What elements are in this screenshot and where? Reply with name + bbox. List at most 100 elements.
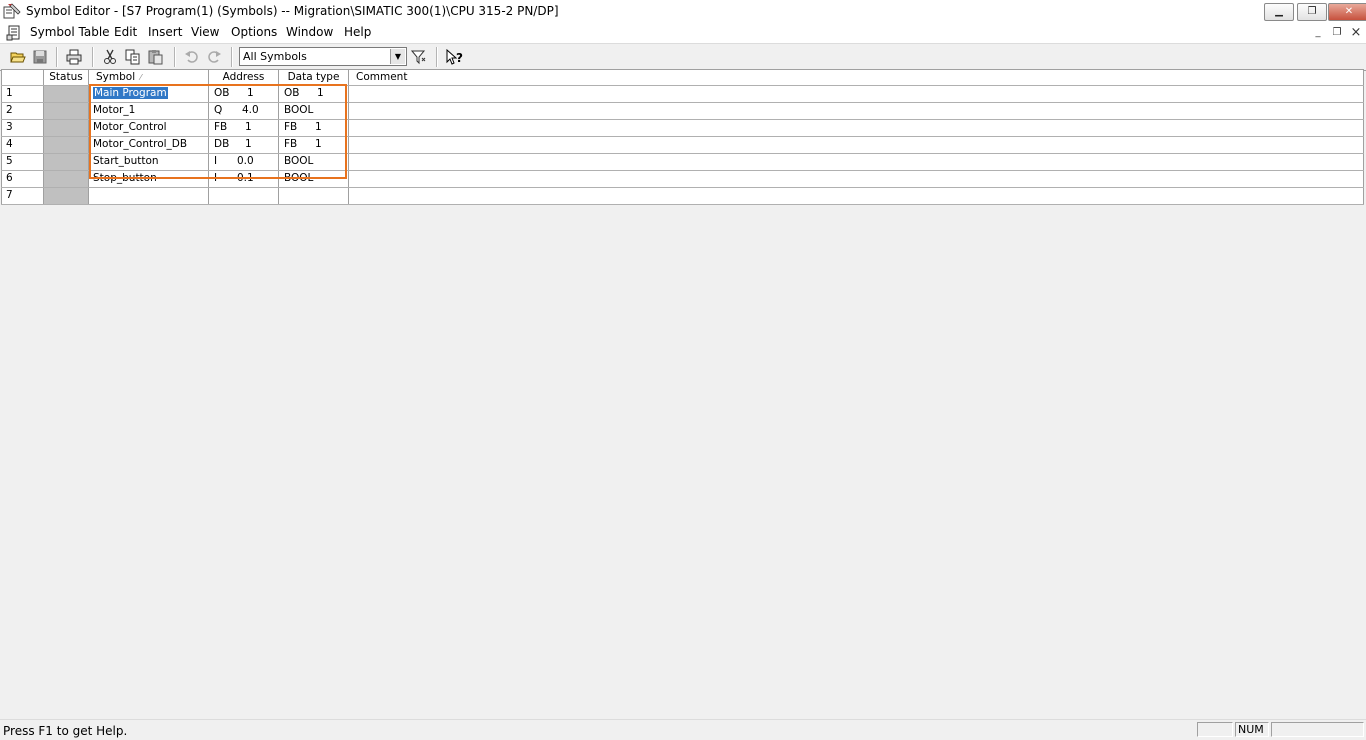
copy-icon[interactable] bbox=[123, 47, 143, 67]
comment-cell[interactable] bbox=[349, 154, 1364, 170]
status-cell[interactable] bbox=[44, 154, 89, 170]
row-number[interactable]: 3 bbox=[1, 120, 44, 136]
comment-cell[interactable] bbox=[349, 86, 1364, 102]
address-cell[interactable]: FB 1 bbox=[209, 120, 279, 136]
comment-cell[interactable] bbox=[349, 171, 1364, 187]
symbol-cell[interactable]: Start_button bbox=[89, 154, 209, 170]
save-icon[interactable] bbox=[30, 47, 50, 67]
data-type-value: BOOL bbox=[284, 155, 314, 167]
data-type-cell[interactable]: FB 1 bbox=[279, 137, 349, 153]
address-cell[interactable]: I 0.1 bbox=[209, 171, 279, 187]
document-icon[interactable] bbox=[6, 25, 22, 41]
table-row[interactable]: 3 Motor_Control FB 1 FB 1 bbox=[1, 120, 1364, 137]
child-minimize-button[interactable]: _ bbox=[1311, 26, 1325, 40]
redo-icon[interactable] bbox=[204, 47, 224, 67]
cut-icon[interactable] bbox=[100, 47, 120, 67]
comment-cell[interactable] bbox=[349, 188, 1364, 204]
status-cell[interactable] bbox=[44, 137, 89, 153]
column-header-status[interactable]: Status bbox=[44, 70, 89, 85]
row-number-header[interactable] bbox=[1, 70, 44, 85]
address-cell[interactable]: Q 4.0 bbox=[209, 103, 279, 119]
data-type-value: OB bbox=[284, 87, 300, 99]
paste-icon[interactable] bbox=[146, 47, 166, 67]
table-header: Status Symbol ⁄ Address Data type Comment bbox=[1, 69, 1364, 86]
menu-symbol-table[interactable]: Symbol Table bbox=[28, 25, 112, 39]
close-button[interactable]: ✕ bbox=[1328, 3, 1366, 21]
symbol-cell[interactable]: Main Program bbox=[89, 86, 209, 102]
comment-cell[interactable] bbox=[349, 103, 1364, 119]
status-cell[interactable] bbox=[44, 171, 89, 187]
comment-cell[interactable] bbox=[349, 120, 1364, 136]
symbol-editor-app-icon[interactable] bbox=[3, 3, 21, 19]
symbol-filter-dropdown[interactable]: All Symbols ▼ bbox=[239, 47, 407, 66]
table-row-empty[interactable]: 7 bbox=[1, 188, 1364, 205]
comment-cell[interactable] bbox=[349, 137, 1364, 153]
menu-options[interactable]: Options bbox=[229, 25, 279, 39]
data-type-cell[interactable]: BOOL bbox=[279, 171, 349, 187]
symbol-cell[interactable]: Motor_1 bbox=[89, 103, 209, 119]
symbol-cell[interactable]: Motor_Control bbox=[89, 120, 209, 136]
table-row[interactable]: 5 Start_button I 0.0 BOOL bbox=[1, 154, 1364, 171]
address-cell[interactable]: DB 1 bbox=[209, 137, 279, 153]
symbol-cell[interactable]: Motor_Control_DB bbox=[89, 137, 209, 153]
address-cell[interactable]: I 0.0 bbox=[209, 154, 279, 170]
toolbar: All Symbols ▼ ? bbox=[0, 43, 1366, 71]
row-number[interactable]: 5 bbox=[1, 154, 44, 170]
address-type: Q bbox=[214, 104, 223, 116]
address-number: 0.1 bbox=[237, 172, 254, 184]
address-type: DB bbox=[214, 138, 230, 150]
child-close-button[interactable]: × bbox=[1349, 26, 1363, 40]
row-number[interactable]: 2 bbox=[1, 103, 44, 119]
sort-indicator-icon: ⁄ bbox=[140, 73, 142, 82]
status-bar: Press F1 to get Help. NUM bbox=[0, 719, 1366, 740]
symbol-cell[interactable] bbox=[89, 188, 209, 204]
child-restore-button[interactable]: ❐ bbox=[1330, 26, 1344, 40]
open-icon[interactable] bbox=[8, 47, 28, 67]
column-header-symbol[interactable]: Symbol ⁄ bbox=[89, 70, 209, 85]
status-cell[interactable] bbox=[44, 86, 89, 102]
table-row[interactable]: 6 Stop_button I 0.1 BOOL bbox=[1, 171, 1364, 188]
table-row[interactable]: 4 Motor_Control_DB DB 1 FB 1 bbox=[1, 137, 1364, 154]
restore-button[interactable]: ❐ bbox=[1297, 3, 1327, 21]
column-header-data-type[interactable]: Data type bbox=[279, 70, 349, 85]
data-type-cell[interactable] bbox=[279, 188, 349, 204]
address-cell[interactable]: OB 1 bbox=[209, 86, 279, 102]
symbol-cell[interactable]: Stop_button bbox=[89, 171, 209, 187]
filter-icon[interactable] bbox=[409, 47, 429, 67]
print-icon[interactable] bbox=[64, 47, 84, 67]
data-type-cell[interactable]: OB 1 bbox=[279, 86, 349, 102]
menu-view[interactable]: View bbox=[189, 25, 221, 39]
svg-text:?: ? bbox=[456, 51, 463, 65]
address-number: 0.0 bbox=[237, 155, 254, 167]
minimize-button[interactable]: ▁ bbox=[1264, 3, 1294, 21]
menu-edit[interactable]: Edit bbox=[112, 25, 139, 39]
row-number[interactable]: 1 bbox=[1, 86, 44, 102]
chevron-down-icon[interactable]: ▼ bbox=[390, 49, 405, 64]
data-type-cell[interactable]: BOOL bbox=[279, 154, 349, 170]
status-panel-caps bbox=[1197, 722, 1233, 737]
menu-insert[interactable]: Insert bbox=[146, 25, 184, 39]
row-number[interactable]: 4 bbox=[1, 137, 44, 153]
table-row[interactable]: 2 Motor_1 Q 4.0 BOOL bbox=[1, 103, 1364, 120]
menu-help[interactable]: Help bbox=[342, 25, 373, 39]
status-cell[interactable] bbox=[44, 103, 89, 119]
menu-window[interactable]: Window bbox=[284, 25, 335, 39]
symbol-value-selected[interactable]: Main Program bbox=[93, 87, 168, 99]
row-number[interactable]: 6 bbox=[1, 171, 44, 187]
undo-icon[interactable] bbox=[182, 47, 202, 67]
data-type-value: BOOL bbox=[284, 104, 314, 116]
address-type: I bbox=[214, 172, 218, 184]
column-header-address[interactable]: Address bbox=[209, 70, 279, 85]
data-type-cell[interactable]: BOOL bbox=[279, 103, 349, 119]
title-bar: Symbol Editor - [S7 Program(1) (Symbols)… bbox=[0, 0, 1366, 24]
status-cell[interactable] bbox=[44, 188, 89, 204]
status-cell[interactable] bbox=[44, 120, 89, 136]
column-header-comment[interactable]: Comment bbox=[349, 70, 1364, 85]
address-number: 1 bbox=[245, 138, 252, 150]
table-row[interactable]: 1 Main Program OB 1 OB 1 bbox=[1, 86, 1364, 103]
context-help-icon[interactable]: ? bbox=[444, 47, 464, 67]
address-cell[interactable] bbox=[209, 188, 279, 204]
menu-bar: Symbol Table Edit Insert View Options Wi… bbox=[0, 23, 1366, 43]
row-number[interactable]: 7 bbox=[1, 188, 44, 204]
data-type-cell[interactable]: FB 1 bbox=[279, 120, 349, 136]
